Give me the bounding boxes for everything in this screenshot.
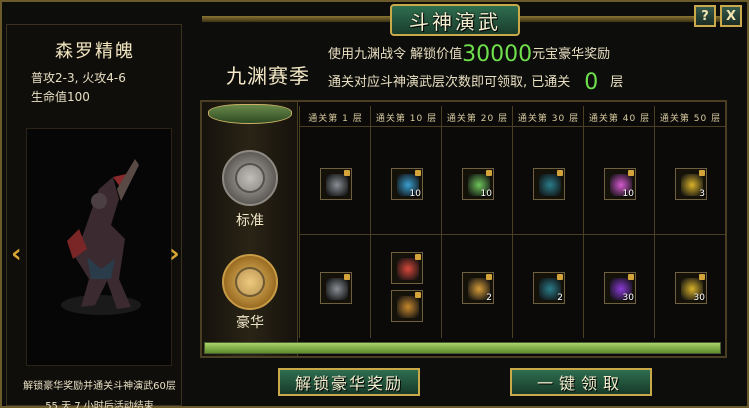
standard-medal-icon (222, 150, 278, 206)
floor-progress-fill (205, 343, 720, 353)
column-header: 通关第 50 层 (659, 113, 722, 124)
event-countdown-text: 55 天 7 小时后活动结束 (45, 401, 154, 408)
close-button[interactable]: X (720, 5, 742, 27)
monster-portrait (26, 128, 172, 366)
cleared-floors-count: 0 (584, 70, 599, 95)
luxury-medal-icon (222, 254, 278, 310)
reward-slot[interactable]: 3 (675, 168, 707, 200)
column-header: 通关第 40 层 (588, 113, 651, 124)
reward-count: 30 (693, 293, 705, 303)
flame-gem-icon (397, 258, 419, 280)
monster-attack: 普攻2-3, 火攻4-6 (31, 71, 126, 85)
monster-hp: 生命值100 (31, 90, 90, 104)
lock-icon (486, 170, 492, 176)
monster-stats: 普攻2-3, 火攻4-6 生命值100 (31, 69, 126, 107)
unlock-luxury-button[interactable]: 解锁豪华奖励 (278, 368, 420, 396)
reward-slot[interactable] (533, 168, 565, 200)
column-header: 通关第 1 层 (308, 113, 363, 124)
lock-icon (415, 292, 421, 298)
monster-figure-image (61, 159, 141, 315)
grid-divider (299, 234, 725, 235)
lock-icon (699, 170, 705, 176)
tier-label-standard: 标准 (236, 213, 264, 229)
reward-slot[interactable]: 30 (604, 272, 636, 304)
monster-panel: 森罗精魄 普攻2-3, 火攻4-6 生命值100 ‹ › 解锁豪华奖励并通关斗神… (6, 24, 182, 408)
grid-divider (299, 126, 725, 127)
grid-divider (725, 106, 726, 338)
prev-monster-arrow[interactable]: ‹ (11, 239, 22, 269)
game-window: 斗神演武 ? X 森罗精魄 普攻2-3, 火攻4-6 生命值100 ‹ › 解锁… (0, 0, 749, 408)
column-header: 通关第 10 层 (375, 113, 438, 124)
reward-slot[interactable]: 10 (391, 168, 423, 200)
unlock-condition-text: 解锁豪华奖励并通关斗神演武60层 (23, 381, 176, 392)
season-title: 九渊赛季 (226, 64, 310, 88)
lock-icon (344, 170, 350, 176)
reward-slot[interactable]: 10 (604, 168, 636, 200)
reward-table: 标准 豪华 通关第 1 层通关第 10 层通关第 20 层通关第 30 层通关第… (200, 100, 727, 358)
grid-divider (583, 106, 584, 338)
reward-count: 10 (409, 189, 421, 199)
reward-count: 2 (486, 293, 492, 303)
description-line-1-prefix: 使用九渊战令 解锁价值 (328, 47, 463, 62)
treasure-bag-icon (397, 296, 419, 318)
monster-name: 森罗精魄 (55, 41, 135, 62)
description-line-1-suffix: 元宝豪华奖励 (532, 47, 611, 62)
reward-slot[interactable]: 2 (533, 272, 565, 304)
column-header: 通关第 20 层 (446, 113, 509, 124)
reward-count: 10 (480, 189, 492, 199)
lock-icon (699, 274, 705, 280)
floor-progress-bar (204, 342, 721, 354)
next-monster-arrow[interactable]: › (169, 239, 180, 269)
iron-ingot-icon (326, 278, 348, 300)
reward-slot[interactable] (320, 168, 352, 200)
claim-all-button[interactable]: 一键领取 (510, 368, 652, 396)
reward-count: 2 (557, 293, 563, 303)
lock-icon (486, 274, 492, 280)
lock-icon (557, 170, 563, 176)
description-line-2-prefix: 通关对应斗神演武层次数即可领取, 已通关 (328, 75, 571, 90)
grid-divider (654, 106, 655, 338)
tier-column-cap (208, 104, 292, 124)
reward-slot[interactable] (391, 252, 423, 284)
reward-count: 10 (622, 189, 634, 199)
lock-icon (628, 170, 634, 176)
reward-slot[interactable]: 10 (462, 168, 494, 200)
reward-slot[interactable] (391, 290, 423, 322)
grid-divider (512, 106, 513, 338)
description-line-2-suffix: 层 (610, 75, 624, 90)
help-button[interactable]: ? (694, 5, 716, 27)
serpent-icon (539, 174, 561, 196)
reward-slot[interactable]: 30 (675, 272, 707, 304)
window-title: 斗神演武 (390, 4, 520, 36)
grid-divider (299, 106, 300, 338)
reward-count: 3 (699, 189, 705, 199)
grid-divider (370, 106, 371, 338)
description-line-1: 使用九渊战令 解锁价值30000元宝豪华奖励 (328, 42, 610, 67)
lock-icon (344, 274, 350, 280)
column-header: 通关第 30 层 (517, 113, 580, 124)
tier-label-luxury: 豪华 (236, 315, 264, 331)
tier-column: 标准 豪华 (202, 102, 298, 356)
lock-icon (415, 254, 421, 260)
iron-ingot-icon (326, 174, 348, 196)
lock-icon (415, 170, 421, 176)
description-line-2: 通关对应斗神演武层次数即可领取, 已通关 0 层 (328, 70, 623, 95)
reward-value: 30000 (462, 42, 533, 67)
lock-icon (628, 274, 634, 280)
reward-slot[interactable]: 2 (462, 272, 494, 304)
reward-count: 30 (622, 293, 634, 303)
reward-slot[interactable] (320, 272, 352, 304)
grid-divider (441, 106, 442, 338)
lock-icon (557, 274, 563, 280)
